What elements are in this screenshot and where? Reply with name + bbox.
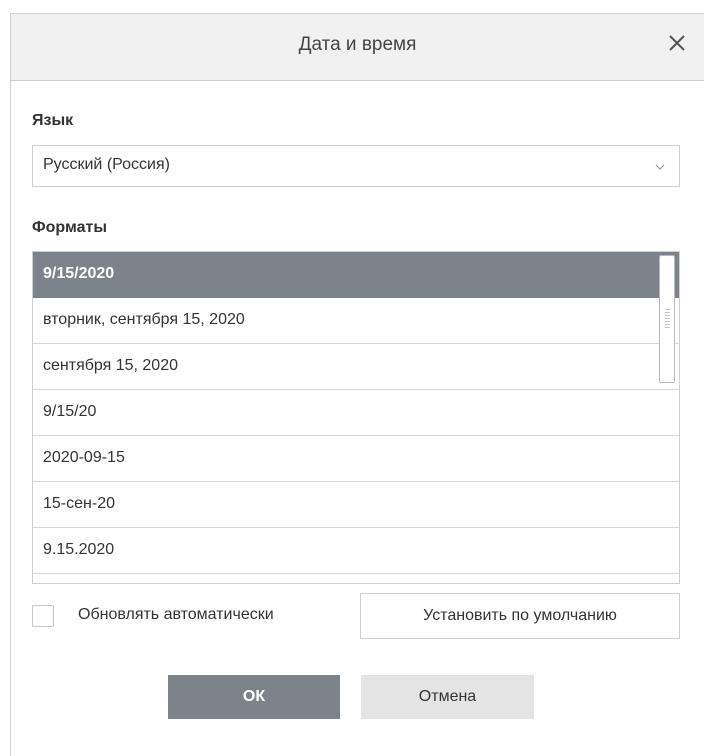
dialog-titlebar: Дата и время (11, 14, 704, 81)
format-list-item[interactable]: сентября 15, 2020 (33, 344, 679, 390)
format-list-item[interactable]: 2020-09-15 (33, 436, 679, 482)
format-list-item-label: 2020-09-15 (43, 449, 125, 466)
close-icon (669, 35, 685, 51)
format-list-item[interactable]: 15-сен-20 (33, 482, 679, 528)
format-list-item[interactable]: 9/15/20 (33, 390, 679, 436)
auto-update-label[interactable]: Обновлять автоматически (78, 606, 274, 624)
scrollbar-grip-icon (665, 309, 670, 329)
formats-scrollbar[interactable] (659, 255, 675, 383)
cancel-button[interactable]: Отмена (361, 675, 534, 719)
format-list-item-label: 9/15/20 (43, 403, 97, 420)
set-default-button[interactable]: Установить по умолчанию (360, 593, 680, 639)
ok-button[interactable]: ОК (168, 675, 340, 719)
formats-list[interactable]: 9/15/2020 вторник, сентября 15, 2020 сентя… (32, 251, 680, 584)
format-list-item-label: 15-сен-20 (43, 495, 115, 512)
language-select[interactable]: Русский (Россия) (32, 145, 680, 187)
format-list-item[interactable]: 9.15.2020 (33, 528, 679, 574)
language-label: Язык (32, 112, 74, 129)
format-list-item-label: 9/15/2020 (43, 265, 115, 282)
close-button[interactable] (664, 30, 690, 56)
language-select-value: Русский (Россия) (43, 156, 170, 173)
format-list-item-label: вторник, сентября 15, 2020 (43, 311, 245, 328)
format-list-item[interactable]: вторник, сентября 15, 2020 (33, 298, 679, 344)
format-list-item-label: 9.15.2020 (43, 541, 115, 558)
auto-update-checkbox[interactable] (32, 605, 54, 627)
formats-label: Форматы (32, 219, 108, 236)
chevron-down-icon (655, 164, 665, 170)
format-list-item-label: сентября 15, 2020 (43, 357, 178, 374)
format-list-item[interactable]: 9/15/2020 (33, 252, 679, 298)
dialog-title: Дата и время (298, 34, 417, 55)
